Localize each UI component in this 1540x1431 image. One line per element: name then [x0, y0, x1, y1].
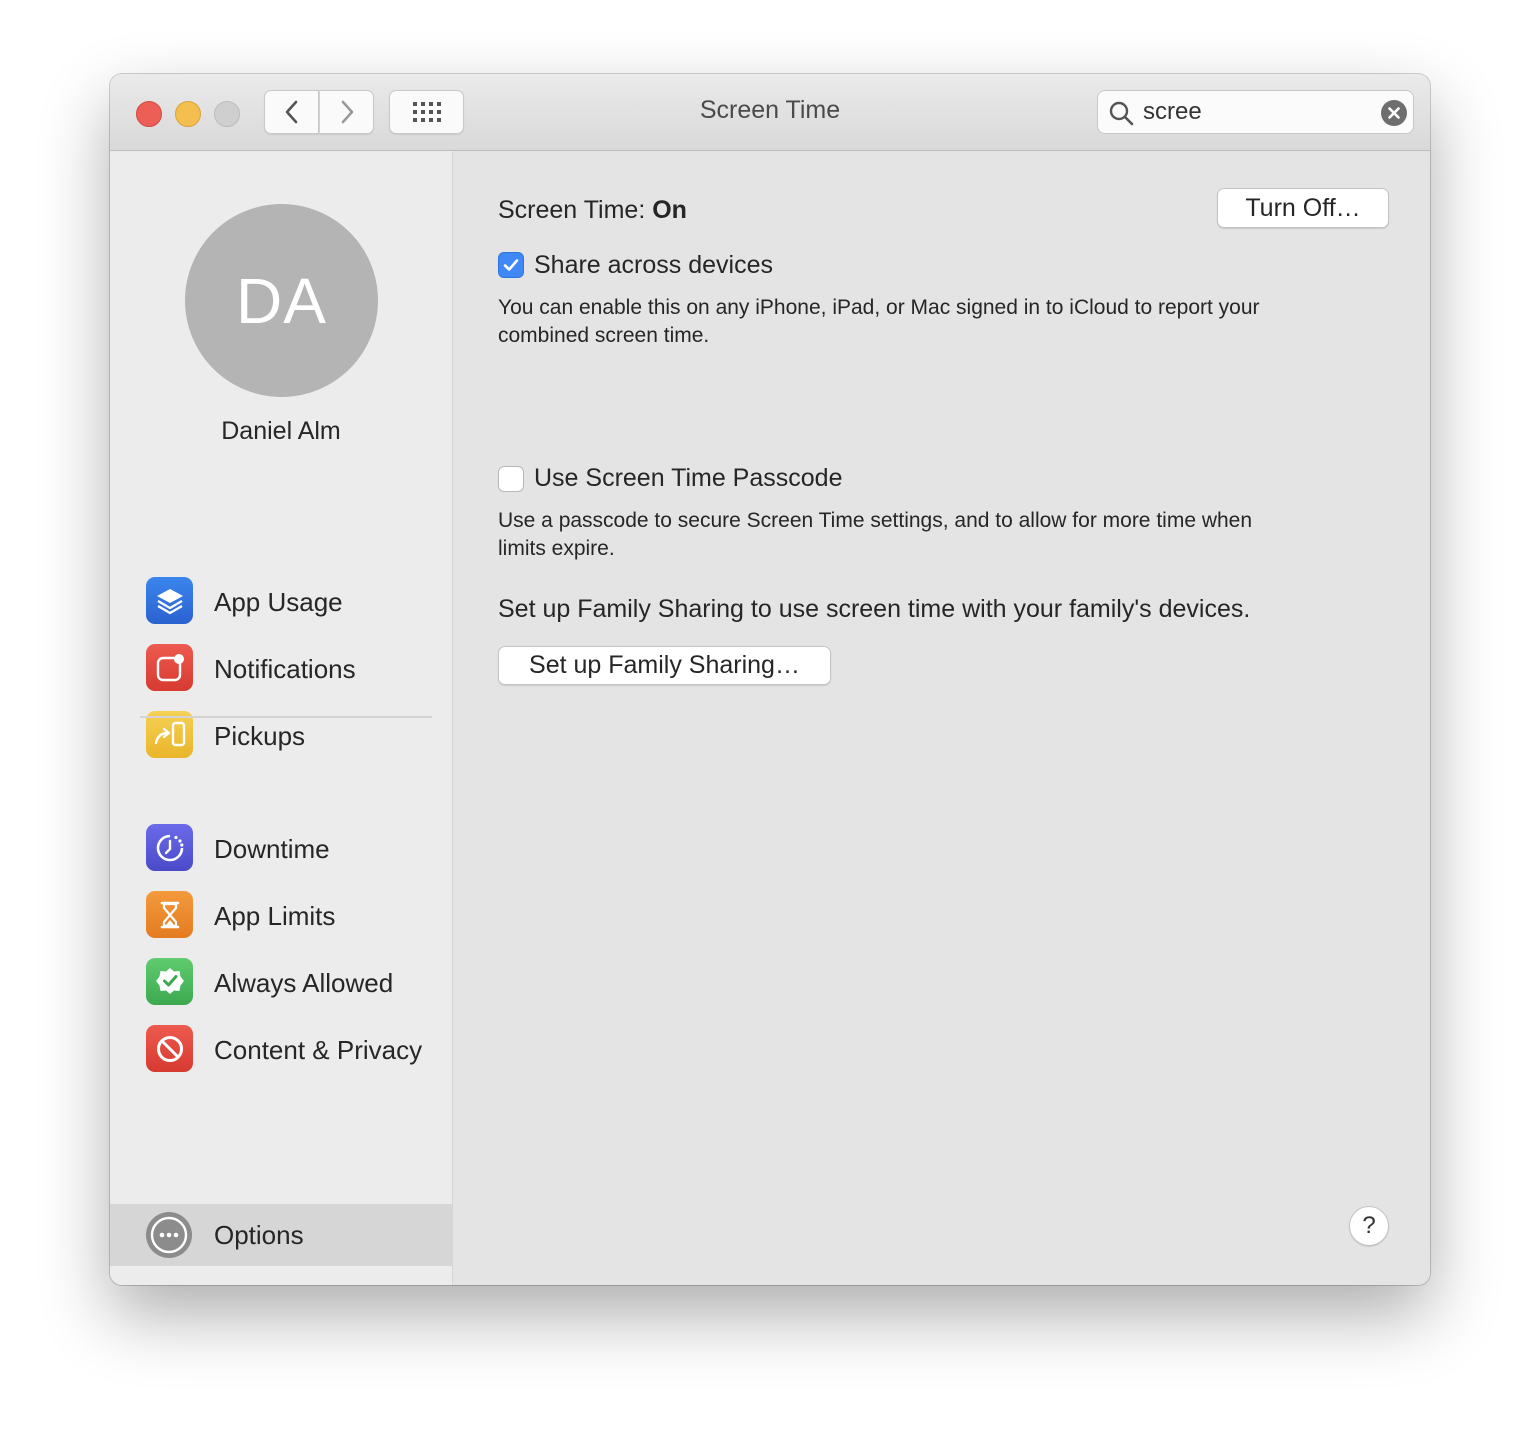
share-description: You can enable this on any iPhone, iPad,…: [498, 294, 1260, 350]
sidebar-item-label: Pickups: [214, 721, 306, 751]
sidebar-item-label: App Usage: [214, 587, 343, 617]
checkmark-badge-icon: [146, 958, 193, 1005]
search-field[interactable]: [1097, 90, 1414, 134]
search-icon: [1109, 101, 1134, 126]
use-passcode-label[interactable]: Use Screen Time Passcode: [534, 464, 842, 493]
passcode-description: Use a passcode to secure Screen Time set…: [498, 507, 1252, 563]
ellipsis-circle-icon: [146, 1212, 192, 1258]
sidebar-item-label: Content & Privacy: [214, 1035, 423, 1065]
sidebar-divider: [140, 716, 432, 718]
checkmark-icon: [503, 259, 519, 271]
sidebar-item-options[interactable]: Options: [110, 1204, 452, 1266]
status-prefix: Screen Time:: [498, 196, 646, 224]
sidebar-item-label: Downtime: [214, 834, 330, 864]
sidebar: DA Daniel Alm App Usage Notifications Pi…: [110, 151, 453, 1285]
pickup-icon: [146, 711, 193, 758]
share-across-devices-label[interactable]: Share across devices: [534, 251, 773, 280]
status-value: On: [652, 196, 687, 224]
use-passcode-checkbox[interactable]: [498, 466, 524, 492]
options-label: Options: [214, 1220, 304, 1250]
share-across-devices-checkbox[interactable]: [498, 252, 524, 278]
main-pane: Screen Time: On Turn Off… Share across d…: [453, 151, 1430, 1285]
sidebar-item-content-privacy[interactable]: Content & Privacy: [110, 1019, 452, 1079]
setup-family-sharing-button[interactable]: Set up Family Sharing…: [498, 646, 831, 685]
sidebar-item-label: Notifications: [214, 654, 356, 684]
downtime-icon: [146, 824, 193, 871]
sidebar-item-label: Always Allowed: [214, 968, 394, 998]
sidebar-item-app-usage[interactable]: App Usage: [110, 571, 452, 631]
avatar[interactable]: DA: [185, 204, 378, 397]
preferences-window: Screen Time DA Daniel Alm: [110, 74, 1430, 1285]
notification-icon: [146, 644, 193, 691]
sidebar-item-always-allowed[interactable]: Always Allowed: [110, 952, 452, 1012]
search-input[interactable]: [1143, 97, 1363, 127]
passcode-description-line: limits expire.: [498, 537, 615, 560]
turn-off-button[interactable]: Turn Off…: [1217, 188, 1389, 228]
sidebar-item-label: App Limits: [214, 901, 336, 931]
sidebar-item-app-limits[interactable]: App Limits: [110, 885, 452, 945]
share-description-line: combined screen time.: [498, 324, 710, 347]
hourglass-icon: [146, 891, 193, 938]
sidebar-item-notifications[interactable]: Notifications: [110, 638, 452, 698]
layers-icon: [146, 577, 193, 624]
passcode-description-line: Use a passcode to secure Screen Time set…: [498, 509, 1253, 532]
clear-search-icon[interactable]: [1381, 100, 1407, 126]
screen-time-status: Screen Time: On: [498, 196, 687, 225]
share-description-line: You can enable this on any iPhone, iPad,…: [498, 296, 1260, 319]
no-entry-icon: [146, 1025, 193, 1072]
sidebar-item-pickups[interactable]: Pickups: [110, 705, 452, 765]
title-bar: Screen Time: [110, 74, 1430, 151]
user-name: Daniel Alm: [221, 417, 341, 445]
sidebar-item-downtime[interactable]: Downtime: [110, 818, 452, 878]
help-button[interactable]: ?: [1349, 1206, 1389, 1246]
family-sharing-text: Set up Family Sharing to use screen time…: [498, 595, 1251, 623]
